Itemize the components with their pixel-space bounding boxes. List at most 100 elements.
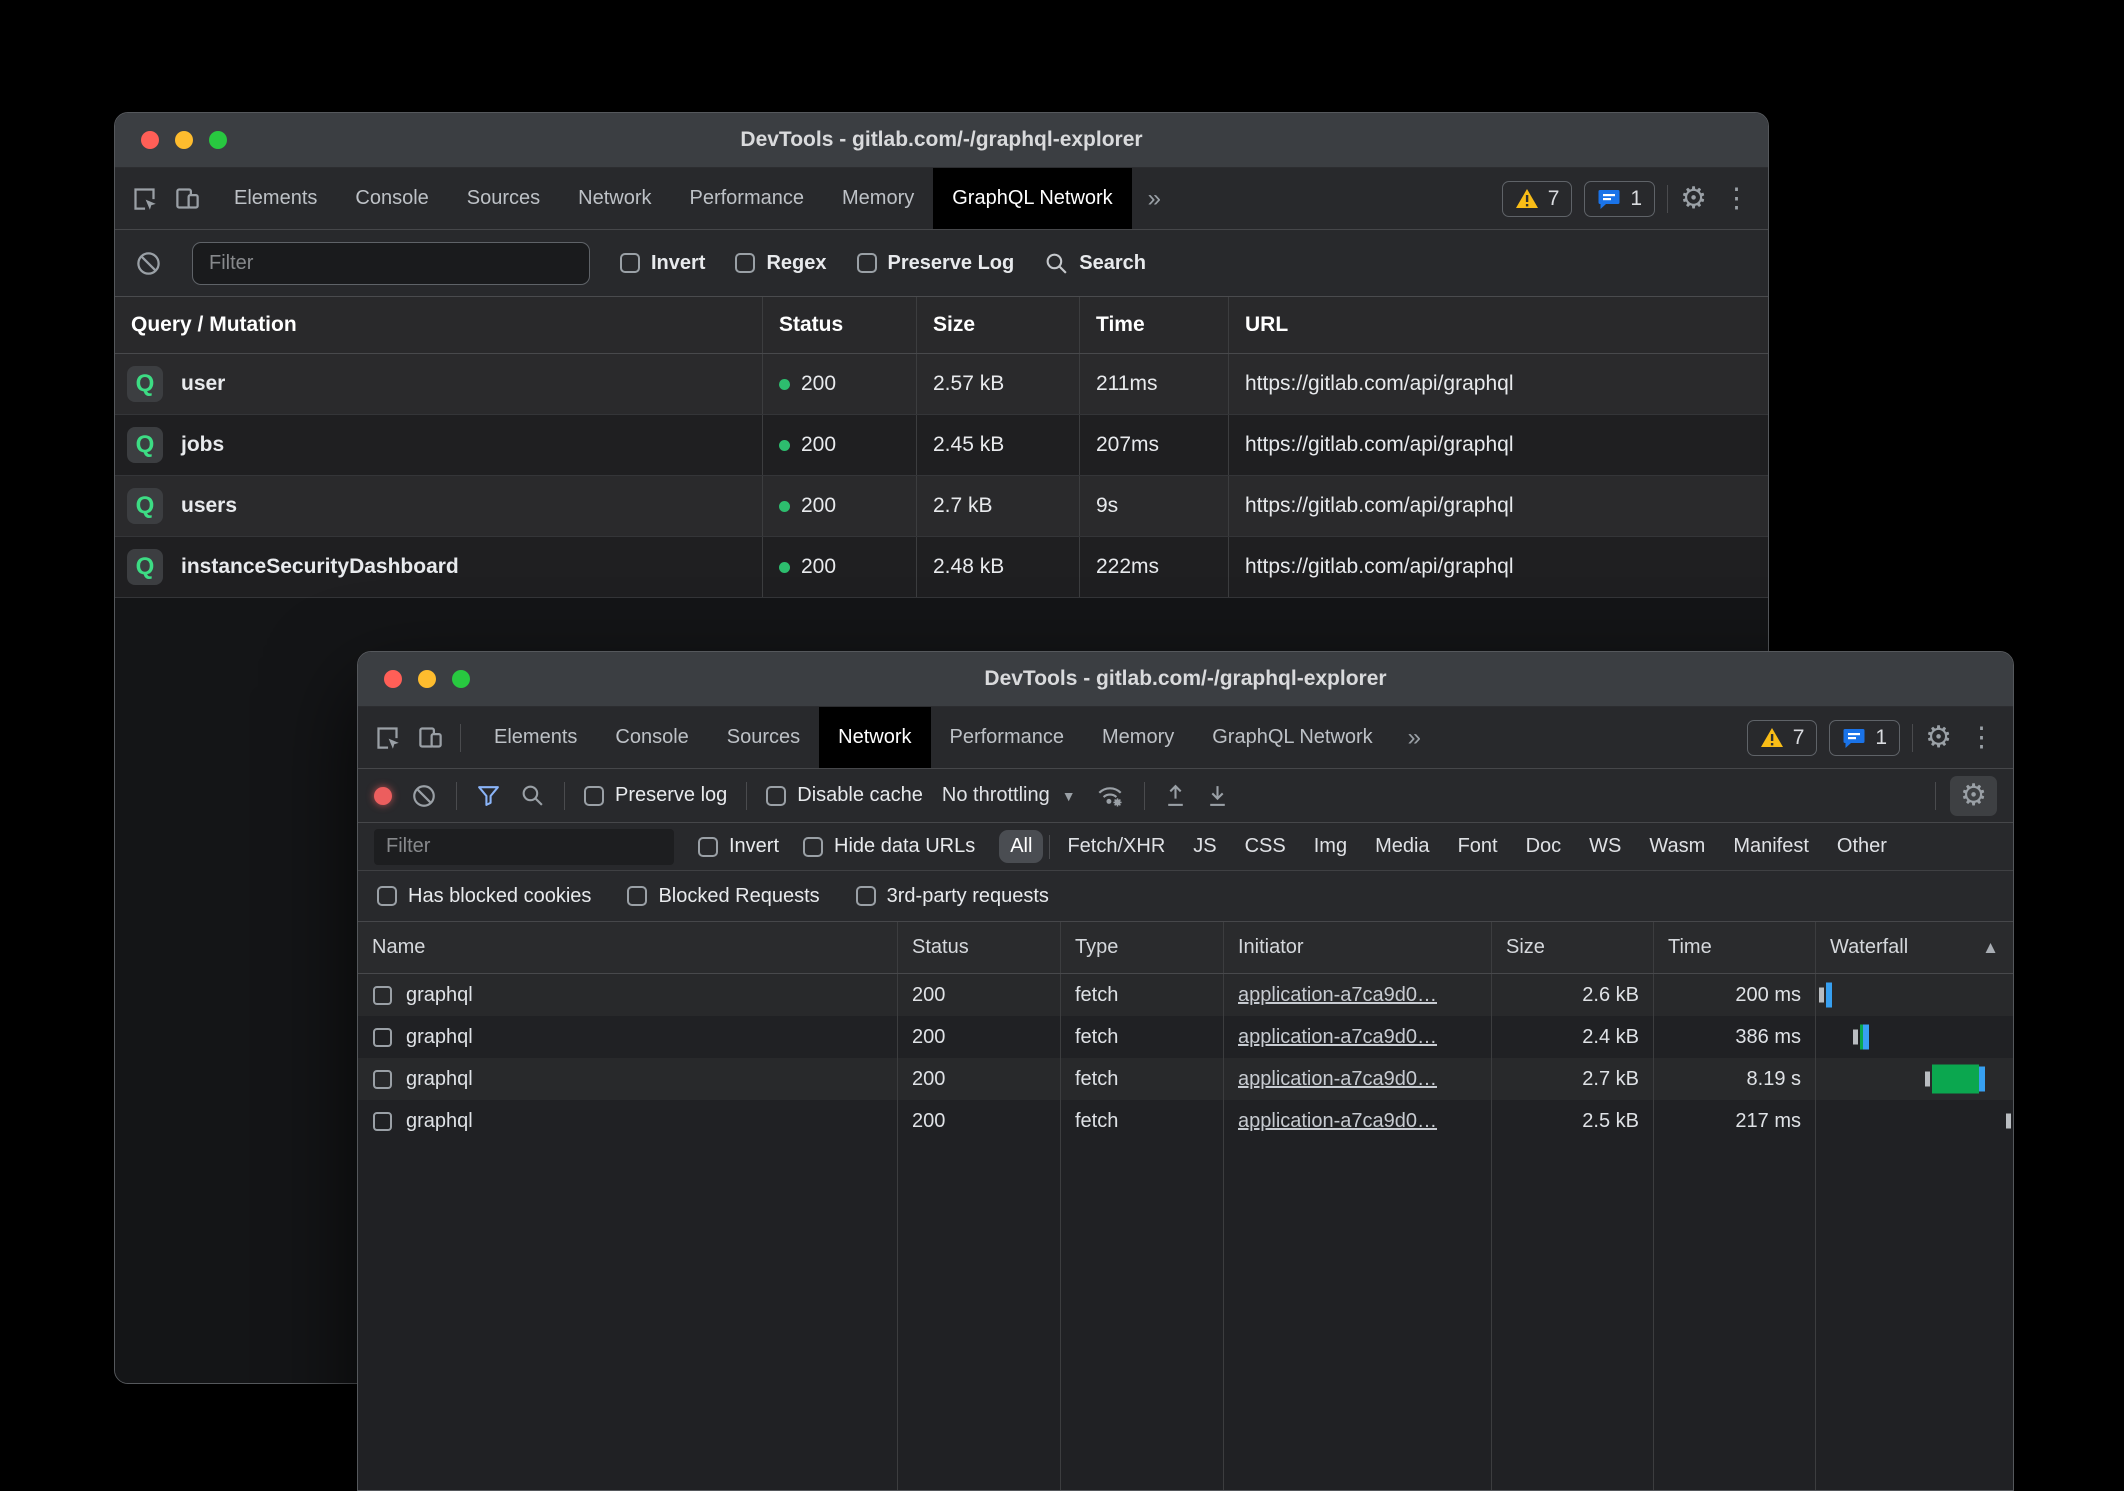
blocked-requests-checkbox-group[interactable]: Blocked Requests <box>627 885 819 908</box>
tab-performance[interactable]: Performance <box>931 707 1084 768</box>
tab-network[interactable]: Network <box>559 168 670 229</box>
tab-console[interactable]: Console <box>596 707 707 768</box>
column-header-time[interactable]: Time <box>1654 922 1816 973</box>
hide-data-urls-checkbox[interactable] <box>803 837 823 857</box>
row-checkbox[interactable] <box>373 1070 392 1089</box>
device-toolbar-icon[interactable] <box>174 185 201 212</box>
tab-sources[interactable]: Sources <box>708 707 819 768</box>
column-header-time[interactable]: Time <box>1080 297 1229 353</box>
device-toolbar-icon[interactable] <box>417 724 444 751</box>
filter-chip-fetch-xhr[interactable]: Fetch/XHR <box>1056 830 1176 863</box>
export-har-icon[interactable] <box>1206 783 1229 808</box>
tab-graphql-network[interactable]: GraphQL Network <box>933 168 1131 229</box>
regex-checkbox-group[interactable]: Regex <box>735 252 826 275</box>
tab-network[interactable]: Network <box>819 707 930 768</box>
column-header-url[interactable]: URL <box>1229 297 1768 353</box>
record-button[interactable] <box>374 787 392 805</box>
initiator-link[interactable]: application-a7ca9d0… <box>1238 1068 1437 1091</box>
tab-performance[interactable]: Performance <box>671 168 824 229</box>
third-party-requests-checkbox[interactable] <box>856 886 876 906</box>
row-checkbox[interactable] <box>373 1028 392 1047</box>
column-header-name[interactable]: Name <box>358 922 898 973</box>
filter-input[interactable] <box>192 242 590 285</box>
zoom-window-button[interactable] <box>209 131 227 149</box>
table-row[interactable]: graphql 200 fetch application-a7ca9d0… 2… <box>358 1100 2013 1142</box>
clear-icon[interactable] <box>411 783 437 809</box>
invert-checkbox[interactable] <box>620 253 640 273</box>
filter-chip-other[interactable]: Other <box>1826 830 1898 863</box>
search-button[interactable]: Search <box>1044 251 1146 276</box>
disable-cache-checkbox-group[interactable]: Disable cache <box>766 784 923 807</box>
network-settings-gear-icon[interactable]: ⚙ <box>1950 776 1997 816</box>
invert-checkbox-group[interactable]: Invert <box>620 252 705 275</box>
table-row[interactable]: Qjobs 200 2.45 kB 207ms https://gitlab.c… <box>115 415 1768 476</box>
preserve-log-checkbox[interactable] <box>857 253 877 273</box>
preserve-log-checkbox-group[interactable]: Preserve Log <box>857 252 1015 275</box>
invert-checkbox[interactable] <box>698 837 718 857</box>
third-party-requests-checkbox-group[interactable]: 3rd-party requests <box>856 885 1049 908</box>
table-row[interactable]: graphql 200 fetch application-a7ca9d0… 2… <box>358 1016 2013 1058</box>
has-blocked-cookies-checkbox[interactable] <box>377 886 397 906</box>
disable-cache-checkbox[interactable] <box>766 786 786 806</box>
filter-funnel-icon[interactable] <box>476 783 501 808</box>
preserve-log-checkbox-group[interactable]: Preserve log <box>584 784 727 807</box>
inspect-element-icon[interactable] <box>374 724 401 751</box>
column-header-size[interactable]: Size <box>917 297 1080 353</box>
regex-checkbox[interactable] <box>735 253 755 273</box>
filter-chip-all[interactable]: All <box>999 830 1043 863</box>
tab-memory[interactable]: Memory <box>823 168 933 229</box>
filter-chip-css[interactable]: CSS <box>1234 830 1297 863</box>
tab-console[interactable]: Console <box>336 168 447 229</box>
hide-data-urls-checkbox-group[interactable]: Hide data URLs <box>803 835 975 858</box>
blocked-requests-checkbox[interactable] <box>627 886 647 906</box>
has-blocked-cookies-checkbox-group[interactable]: Has blocked cookies <box>377 885 591 908</box>
table-row[interactable]: graphql 200 fetch application-a7ca9d0… 2… <box>358 1058 2013 1100</box>
filter-chip-js[interactable]: JS <box>1182 830 1227 863</box>
more-tabs-icon[interactable]: » <box>1132 168 1177 229</box>
tab-sources[interactable]: Sources <box>448 168 559 229</box>
column-header-initiator[interactable]: Initiator <box>1224 922 1492 973</box>
warnings-badge[interactable]: 7 <box>1502 181 1573 217</box>
column-header-size[interactable]: Size <box>1492 922 1654 973</box>
warnings-badge[interactable]: 7 <box>1747 720 1818 756</box>
tab-elements[interactable]: Elements <box>475 707 596 768</box>
throttling-dropdown[interactable]: No throttling ▼ <box>942 784 1076 807</box>
table-row[interactable]: graphql 200 fetch application-a7ca9d0… 2… <box>358 974 2013 1016</box>
filter-chip-media[interactable]: Media <box>1364 830 1440 863</box>
import-har-icon[interactable] <box>1164 783 1187 808</box>
settings-gear-icon[interactable]: ⚙ <box>1680 184 1707 214</box>
minimize-window-button[interactable] <box>418 670 436 688</box>
messages-badge[interactable]: 1 <box>1584 181 1655 217</box>
table-row[interactable]: Qusers 200 2.7 kB 9s https://gitlab.com/… <box>115 476 1768 537</box>
table-row[interactable]: Quser 200 2.57 kB 211ms https://gitlab.c… <box>115 354 1768 415</box>
network-conditions-icon[interactable] <box>1095 783 1125 809</box>
filter-chip-wasm[interactable]: Wasm <box>1638 830 1716 863</box>
column-header-status[interactable]: Status <box>763 297 917 353</box>
row-checkbox[interactable] <box>373 986 392 1005</box>
inspect-element-icon[interactable] <box>131 185 158 212</box>
close-window-button[interactable] <box>141 131 159 149</box>
settings-gear-icon[interactable]: ⚙ <box>1925 723 1952 753</box>
zoom-window-button[interactable] <box>452 670 470 688</box>
column-header-status[interactable]: Status <box>898 922 1061 973</box>
column-header-type[interactable]: Type <box>1061 922 1224 973</box>
filter-chip-img[interactable]: Img <box>1303 830 1358 863</box>
messages-badge[interactable]: 1 <box>1829 720 1900 756</box>
filter-chip-font[interactable]: Font <box>1447 830 1509 863</box>
table-row[interactable]: QinstanceSecurityDashboard 200 2.48 kB 2… <box>115 537 1768 598</box>
initiator-link[interactable]: application-a7ca9d0… <box>1238 1110 1437 1133</box>
minimize-window-button[interactable] <box>175 131 193 149</box>
column-header-waterfall[interactable]: Waterfall ▲ <box>1816 922 2013 973</box>
preserve-log-checkbox[interactable] <box>584 786 604 806</box>
close-window-button[interactable] <box>384 670 402 688</box>
filter-chip-manifest[interactable]: Manifest <box>1722 830 1820 863</box>
column-header-query-mutation[interactable]: Query / Mutation <box>115 297 763 353</box>
search-icon[interactable] <box>520 783 545 808</box>
row-checkbox[interactable] <box>373 1112 392 1131</box>
kebab-menu-icon[interactable]: ⋮ <box>1719 185 1754 212</box>
filter-chip-ws[interactable]: WS <box>1578 830 1632 863</box>
kebab-menu-icon[interactable]: ⋮ <box>1964 724 1999 751</box>
filter-input[interactable] <box>374 829 674 865</box>
invert-checkbox-group[interactable]: Invert <box>698 835 779 858</box>
clear-icon[interactable] <box>135 250 162 277</box>
